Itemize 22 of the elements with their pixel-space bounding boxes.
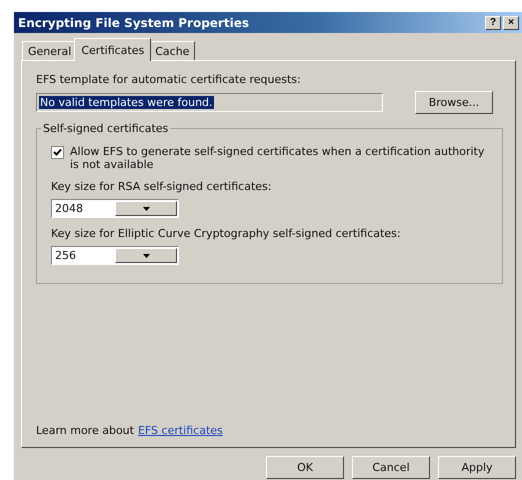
ecc-label: Key size for Elliptic Curve Cryptography self-signed certificates: (51, 227, 402, 240)
rsa-label: Key size for RSA self-signed certificates: (51, 180, 272, 193)
learn-more-text: Learn more about (36, 424, 134, 437)
help-button[interactable]: ? (485, 16, 501, 30)
dialog-button[interactable]: OK (266, 456, 344, 479)
key-size-dropdown[interactable]: 256 (51, 246, 179, 265)
browse-button[interactable]: Browse... (415, 91, 493, 114)
close-button[interactable]: × (503, 16, 519, 30)
group-title: Self-signed certificates (42, 122, 170, 135)
window-title: Encrypting File System Properties (18, 16, 250, 30)
efs-certificates-link[interactable]: EFS certificates (138, 424, 223, 437)
tab[interactable]: Certificates (74, 38, 152, 61)
checkbox-label: Allow EFS to generate self-signed certificates when a certification authority is not available (70, 145, 486, 171)
template-field[interactable]: No valid templates were found. (36, 93, 383, 112)
template-label: EFS template for automatic certificate requests: (36, 73, 302, 86)
key-size-dropdown[interactable]: 2048 (51, 199, 179, 218)
dropdown-arrow-icon (142, 254, 150, 258)
dialog-button[interactable]: Cancel (352, 456, 430, 479)
tab[interactable]: Cache (149, 41, 196, 60)
dialog-button[interactable]: Apply (438, 456, 516, 479)
dropdown-arrow-icon (142, 206, 150, 210)
checkbox[interactable] (51, 146, 64, 159)
